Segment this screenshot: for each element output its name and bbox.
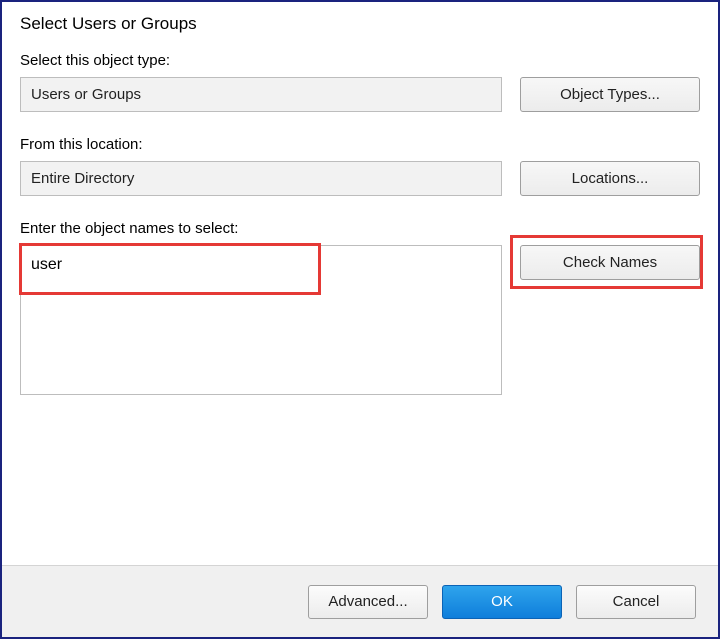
location-field: Entire Directory <box>20 161 502 196</box>
ok-button[interactable]: OK <box>442 585 562 619</box>
location-label: From this location: <box>20 136 700 153</box>
dialog-footer: Advanced... OK Cancel <box>2 565 718 637</box>
entry-label: Enter the object names to select: <box>20 220 700 237</box>
dialog-window: Select Users or Groups Select this objec… <box>0 0 720 639</box>
locations-button[interactable]: Locations... <box>520 161 700 196</box>
dialog-title: Select Users or Groups <box>20 14 700 34</box>
cancel-button[interactable]: Cancel <box>576 585 696 619</box>
dialog-content: Select Users or Groups Select this objec… <box>2 2 718 565</box>
check-names-button[interactable]: Check Names <box>520 245 700 280</box>
object-type-field: Users or Groups <box>20 77 502 112</box>
object-types-button[interactable]: Object Types... <box>520 77 700 112</box>
object-type-label: Select this object type: <box>20 52 700 69</box>
object-names-input[interactable] <box>20 245 502 395</box>
advanced-button[interactable]: Advanced... <box>308 585 428 619</box>
